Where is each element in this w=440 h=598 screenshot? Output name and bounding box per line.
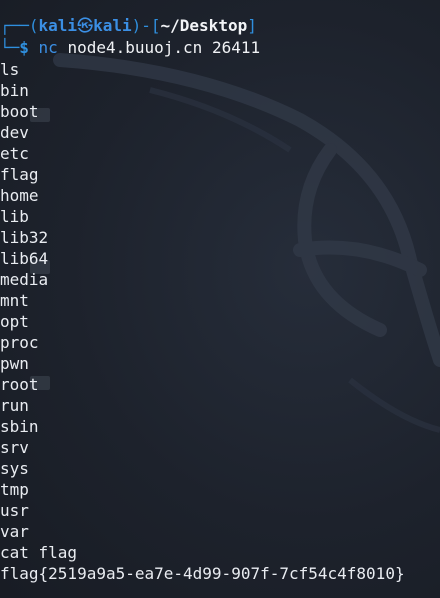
terminal-output: ls bin boot dev etc flag home lib lib32 …	[0, 59, 440, 584]
output-line: pwn	[0, 354, 29, 373]
output-line: lib	[0, 207, 29, 226]
output-line: root	[0, 375, 39, 394]
prompt-at-symbol: ㉿	[77, 16, 94, 35]
output-line: home	[0, 186, 39, 205]
command-args: node4.buuoj.cn 26411	[67, 38, 261, 57]
output-line: var	[0, 522, 29, 541]
prompt-host: kali	[93, 16, 132, 35]
prompt-header: ┌──(kali㉿kali)-[~/Desktop]	[0, 15, 257, 37]
prompt-user: kali	[38, 16, 78, 35]
flag-output-line: flag{2519a9a5-ea7e-4d99-907f-7cf54c4f801…	[0, 564, 405, 583]
prompt-cwd: ~/Desktop	[160, 16, 248, 35]
output-line: cat flag	[0, 543, 78, 562]
prompt-dollar: $	[19, 38, 29, 57]
output-line: flag	[0, 165, 39, 184]
output-line: lib64	[0, 249, 49, 268]
output-line: boot	[0, 102, 39, 121]
prompt-separator: )-[	[131, 16, 161, 35]
output-line: media	[0, 270, 49, 289]
output-line: sbin	[0, 417, 39, 436]
output-line: ls	[0, 60, 20, 79]
output-line: proc	[0, 333, 39, 352]
prompt-corner-top: ┌──(	[0, 16, 39, 35]
output-line: mnt	[0, 291, 29, 310]
command-name: nc	[38, 38, 58, 57]
output-line: etc	[0, 144, 29, 163]
prompt-bracket-end: ]	[247, 16, 257, 35]
terminal-window[interactable]: ┌──(kali㉿kali)-[~/Desktop] └─$ nc node4.…	[0, 0, 440, 598]
output-line: run	[0, 396, 29, 415]
prompt-corner-bottom: └─	[0, 38, 20, 57]
output-line: sys	[0, 459, 29, 478]
output-line: lib32	[0, 228, 49, 247]
output-line: bin	[0, 81, 29, 100]
output-line: tmp	[0, 480, 29, 499]
output-line: opt	[0, 312, 29, 331]
output-line: srv	[0, 438, 29, 457]
prompt-command-line: └─$ nc node4.buuoj.cn 26411	[0, 37, 260, 59]
output-line: usr	[0, 501, 29, 520]
output-line: dev	[0, 123, 29, 142]
